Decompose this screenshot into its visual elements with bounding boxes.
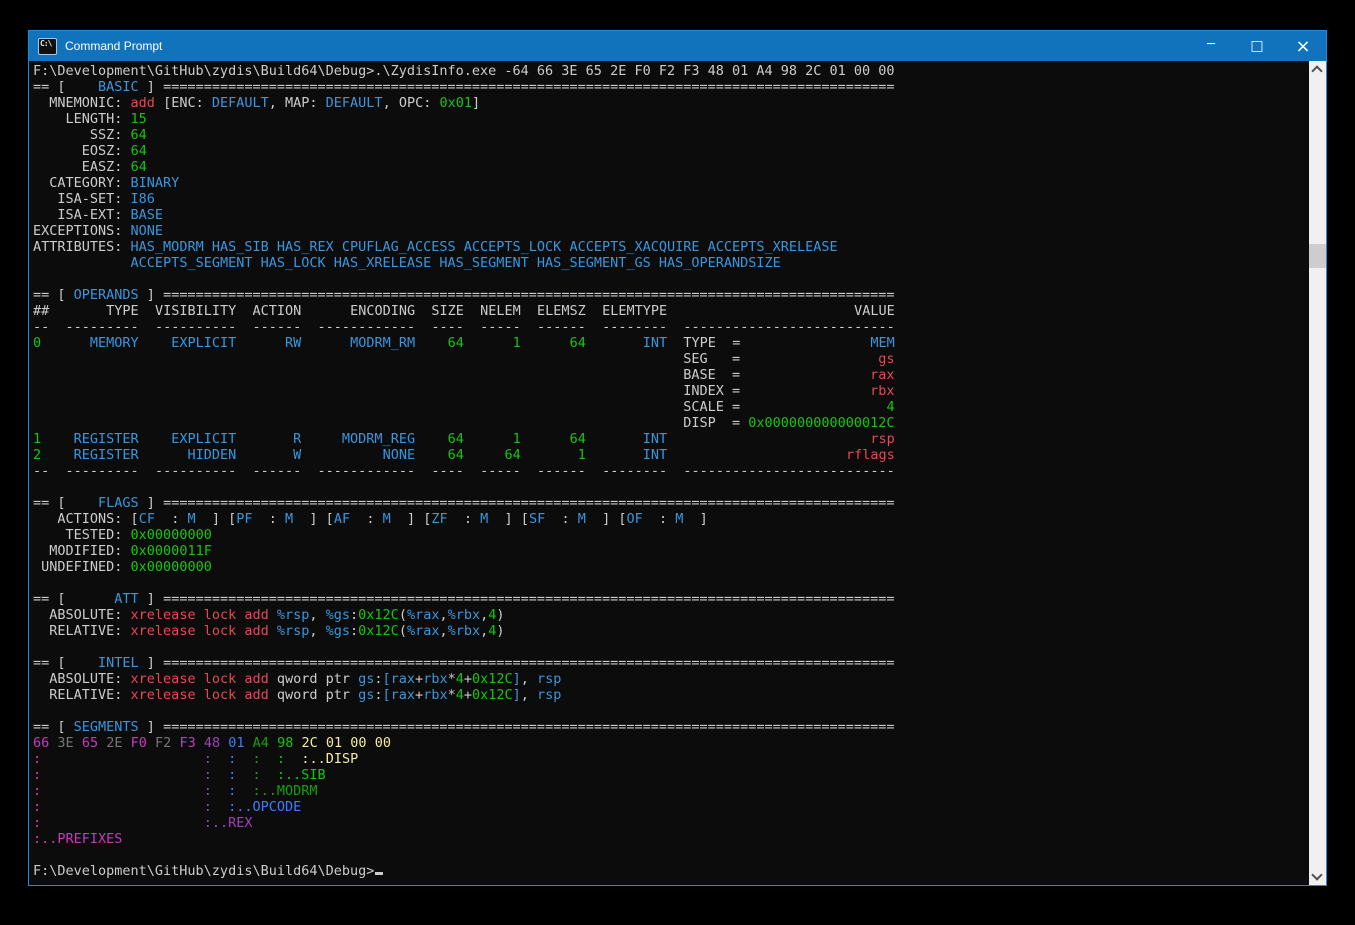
terminal-line: == [ INTEL ] ===========================… (33, 655, 1308, 671)
terminal-line: ABSOLUTE: xrelease lock add qword ptr gs… (33, 671, 1308, 687)
terminal-line: 66 3E 65 2E F0 F2 F3 48 01 A4 98 2C 01 0… (33, 735, 1308, 751)
terminal-line: SEG = gs (33, 351, 1308, 367)
terminal-line: : : : :..MODRM (33, 783, 1308, 799)
terminal-line: EXCEPTIONS: NONE (33, 223, 1308, 239)
terminal-line (33, 271, 1308, 287)
scrollbar[interactable] (1309, 61, 1326, 885)
terminal-line: ISA-SET: I86 (33, 191, 1308, 207)
terminal-line (33, 703, 1308, 719)
terminal-line: TESTED: 0x00000000 (33, 527, 1308, 543)
terminal-line: ## TYPE VISIBILITY ACTION ENCODING SIZE … (33, 303, 1308, 319)
terminal-line: SCALE = 4 (33, 399, 1308, 415)
terminal-line: : : :..OPCODE (33, 799, 1308, 815)
terminal-line: : : : : :..SIB (33, 767, 1308, 783)
text-cursor (375, 872, 383, 875)
terminal-line: 1 REGISTER EXPLICIT R MODRM_REG 64 1 64 … (33, 431, 1308, 447)
terminal-line: EOSZ: 64 (33, 143, 1308, 159)
terminal-line: RELATIVE: xrelease lock add qword ptr gs… (33, 687, 1308, 703)
scrollbar-thumb[interactable] (1309, 244, 1326, 268)
terminal-line: == [ BASIC ] ===========================… (33, 79, 1308, 95)
terminal-line: F:\Development\GitHub\zydis\Build64\Debu… (33, 863, 1308, 879)
terminal-line: -- --------- ---------- ------ ---------… (33, 463, 1308, 479)
command-prompt-window: C:\ Command Prompt ─ □ × F:\Development\… (28, 30, 1327, 886)
terminal-line: : : : : : :..DISP (33, 751, 1308, 767)
maximize-button[interactable]: □ (1234, 31, 1280, 61)
terminal-line (33, 479, 1308, 495)
caption-buttons: ─ □ × (1188, 31, 1326, 61)
terminal-line: MNEMONIC: add [ENC: DEFAULT, MAP: DEFAUL… (33, 95, 1308, 111)
terminal-line: -- --------- ---------- ------ ---------… (33, 319, 1308, 335)
scroll-down-arrow-icon[interactable] (1309, 868, 1326, 885)
terminal-line (33, 575, 1308, 591)
terminal-line: == [ ATT ] =============================… (33, 591, 1308, 607)
window-title: Command Prompt (65, 39, 162, 53)
terminal-line: F:\Development\GitHub\zydis\Build64\Debu… (33, 63, 1308, 79)
terminal-line: INDEX = rbx (33, 383, 1308, 399)
terminal-output: F:\Development\GitHub\zydis\Build64\Debu… (33, 63, 1308, 879)
title-bar[interactable]: C:\ Command Prompt ─ □ × (29, 31, 1326, 61)
terminal-line: MODIFIED: 0x0000011F (33, 543, 1308, 559)
console-icon[interactable]: C:\ (38, 38, 57, 55)
terminal-line (33, 639, 1308, 655)
terminal-line: EASZ: 64 (33, 159, 1308, 175)
terminal-line: LENGTH: 15 (33, 111, 1308, 127)
terminal-line: UNDEFINED: 0x00000000 (33, 559, 1308, 575)
terminal-line: ACTIONS: [CF : M ] [PF : M ] [AF : M ] [… (33, 511, 1308, 527)
terminal-line: CATEGORY: BINARY (33, 175, 1308, 191)
terminal-line: :..PREFIXES (33, 831, 1308, 847)
terminal-line: : :..REX (33, 815, 1308, 831)
terminal-line: BASE = rax (33, 367, 1308, 383)
terminal-line: == [ OPERANDS ] ========================… (33, 287, 1308, 303)
terminal-line: == [ SEGMENTS ] ========================… (33, 719, 1308, 735)
terminal: F:\Development\GitHub\zydis\Build64\Debu… (29, 61, 1326, 885)
close-icon: × (1295, 36, 1310, 57)
terminal-line: RELATIVE: xrelease lock add %rsp, %gs:0x… (33, 623, 1308, 639)
terminal-line: ABSOLUTE: xrelease lock add %rsp, %gs:0x… (33, 607, 1308, 623)
terminal-line: ACCEPTS_SEGMENT HAS_LOCK HAS_XRELEASE HA… (33, 255, 1308, 271)
minimize-icon: ─ (1207, 37, 1215, 52)
terminal-line: DISP = 0x000000000000012C (33, 415, 1308, 431)
close-button[interactable]: × (1280, 31, 1326, 61)
scroll-up-arrow-icon[interactable] (1309, 61, 1326, 78)
maximize-icon: □ (1250, 38, 1263, 54)
terminal-line: SSZ: 64 (33, 127, 1308, 143)
terminal-line (33, 847, 1308, 863)
terminal-line: == [ FLAGS ] ===========================… (33, 495, 1308, 511)
terminal-line: 0 MEMORY EXPLICIT RW MODRM_RM 64 1 64 IN… (33, 335, 1308, 351)
terminal-line: 2 REGISTER HIDDEN W NONE 64 64 1 INT rfl… (33, 447, 1308, 463)
terminal-line: ISA-EXT: BASE (33, 207, 1308, 223)
terminal-line: ATTRIBUTES: HAS_MODRM HAS_SIB HAS_REX CP… (33, 239, 1308, 255)
minimize-button[interactable]: ─ (1188, 31, 1234, 61)
